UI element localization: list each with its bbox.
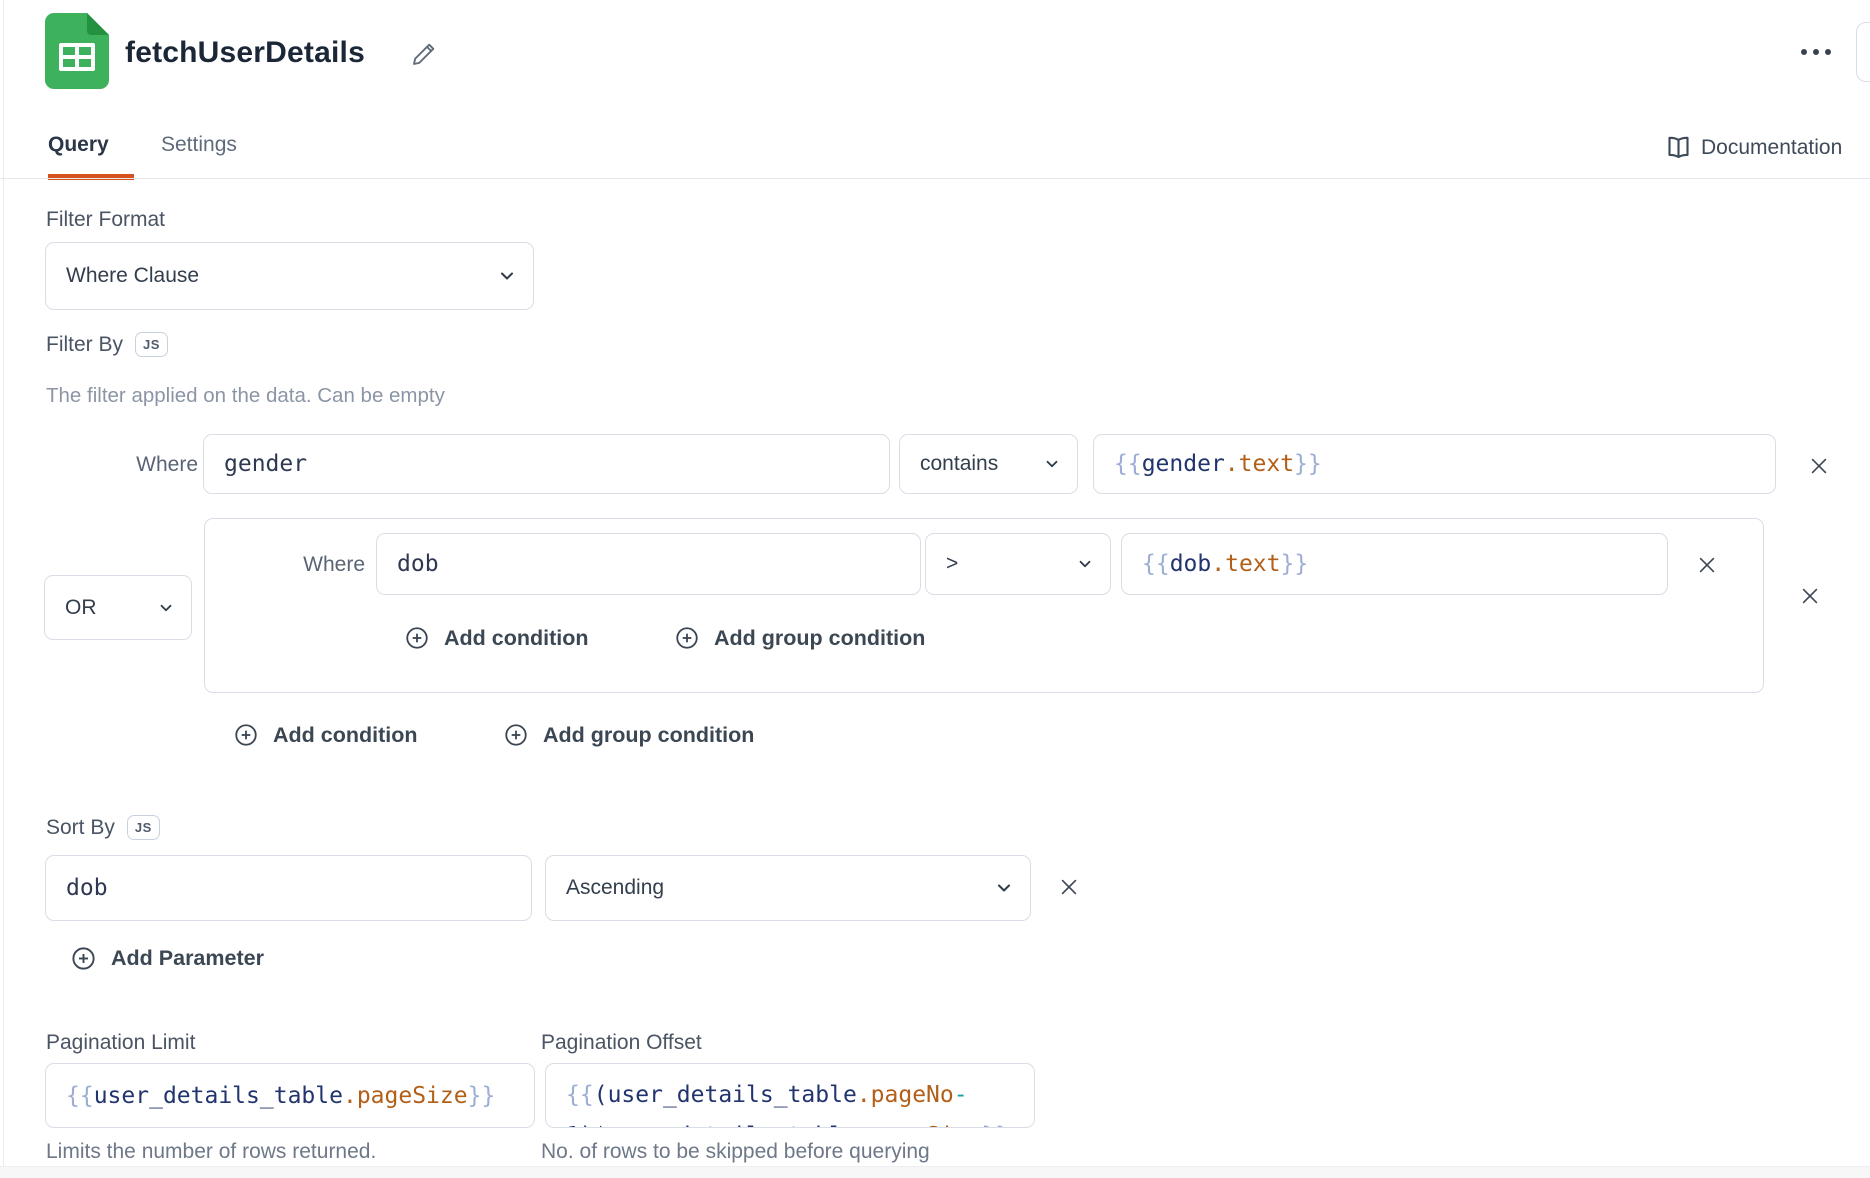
condition-column-value: gender [224,451,307,477]
filter-format-label: Filter Format [46,208,165,232]
documentation-label: Documentation [1701,136,1842,160]
remove-condition-button[interactable] [1804,451,1834,481]
circle-plus-icon [233,722,259,748]
group-condition-operator-value: > [946,552,958,576]
pagination-limit-helper: Limits the number of rows returned. [46,1140,376,1164]
response-pane-edge [0,1166,1870,1178]
group-logic-operator-select[interactable]: OR [44,575,192,640]
group-condition-column-value: dob [397,551,439,577]
close-icon [1696,554,1718,576]
active-tab-indicator [48,174,134,180]
book-icon [1665,134,1692,161]
sort-column-value: dob [66,875,108,901]
documentation-link[interactable]: Documentation [1665,134,1842,161]
close-icon [1799,585,1821,607]
group-add-condition-button[interactable]: Add condition [404,625,589,651]
group-logic-operator-value: OR [65,596,97,620]
pagination-offset-label: Pagination Offset [541,1031,702,1055]
pagination-offset-helper: No. of rows to be skipped before queryin… [541,1140,930,1164]
tab-query[interactable]: Query [48,133,109,157]
filter-by-js-toggle[interactable]: JS [135,332,168,357]
group-condition-operator-select[interactable]: > [925,533,1111,595]
tabs-divider [0,178,1870,179]
add-condition-button[interactable]: Add condition [233,722,418,748]
condition-operator-value: contains [920,452,998,476]
where-prefix-label: Where [88,453,198,477]
add-condition-label: Add condition [273,723,418,748]
sort-column-input[interactable]: dob [45,855,532,921]
filter-format-select[interactable]: Where Clause [45,242,534,310]
pagination-limit-input[interactable]: {{user_details_table.pageSize}} [45,1063,535,1128]
filter-by-label: Filter By [46,333,123,357]
sort-order-value: Ascending [566,876,664,900]
pagination-limit-label: Pagination Limit [46,1031,195,1055]
sheet-grid [59,43,95,71]
tab-settings[interactable]: Settings [161,133,237,157]
add-condition-label: Add condition [444,626,589,651]
remove-sort-button[interactable] [1054,872,1084,902]
add-parameter-button[interactable]: Add Parameter [70,945,264,972]
rename-query-button[interactable] [408,38,440,70]
close-icon [1058,876,1080,898]
filter-by-header: Filter By JS [46,332,168,357]
condition-value-input[interactable]: {{gender.text}} [1093,434,1776,494]
circle-plus-icon [404,625,430,651]
filter-by-helper: The filter applied on the data. Can be e… [46,384,445,408]
query-title: fetchUserDetails [125,36,365,70]
sort-by-label: Sort By [46,816,115,840]
pencil-icon [411,41,437,67]
group-condition-value-input[interactable]: {{dob.text}} [1121,533,1668,595]
google-sheets-icon [45,13,109,89]
circle-plus-icon [70,945,97,972]
add-group-condition-label: Add group condition [543,723,754,748]
circle-plus-icon [503,722,529,748]
run-button-clipped[interactable] [1856,22,1870,82]
chevron-down-icon [994,878,1014,898]
more-options-icon [1801,49,1831,55]
add-parameter-label: Add Parameter [111,946,264,971]
more-options-button[interactable] [1792,38,1840,66]
group-condition-column-input[interactable]: dob [376,533,921,595]
sort-by-header: Sort By JS [46,815,160,840]
chevron-down-icon [157,599,175,617]
chevron-down-icon [1043,455,1061,473]
condition-operator-select[interactable]: contains [899,434,1078,494]
condition-column-input[interactable]: gender [203,434,890,494]
pagination-offset-input[interactable]: {{(user_details_table.pageNo- 1)*user_de… [545,1063,1035,1128]
add-group-condition-label: Add group condition [714,626,925,651]
add-group-condition-button[interactable]: Add group condition [503,722,754,748]
chevron-down-icon [497,266,517,286]
where-prefix-label: Where [255,553,365,577]
remove-group-condition-button[interactable] [1692,550,1722,580]
sort-by-js-toggle[interactable]: JS [127,815,160,840]
remove-group-button[interactable] [1795,581,1825,611]
sort-order-select[interactable]: Ascending [545,855,1031,921]
chevron-down-icon [1076,555,1094,573]
circle-plus-icon [674,625,700,651]
group-add-group-condition-button[interactable]: Add group condition [674,625,925,651]
pane-divider [3,0,4,1178]
filter-format-value: Where Clause [66,264,199,288]
query-editor-pane: fetchUserDetails Query Settings Document… [0,0,1870,1178]
close-icon [1808,455,1830,477]
